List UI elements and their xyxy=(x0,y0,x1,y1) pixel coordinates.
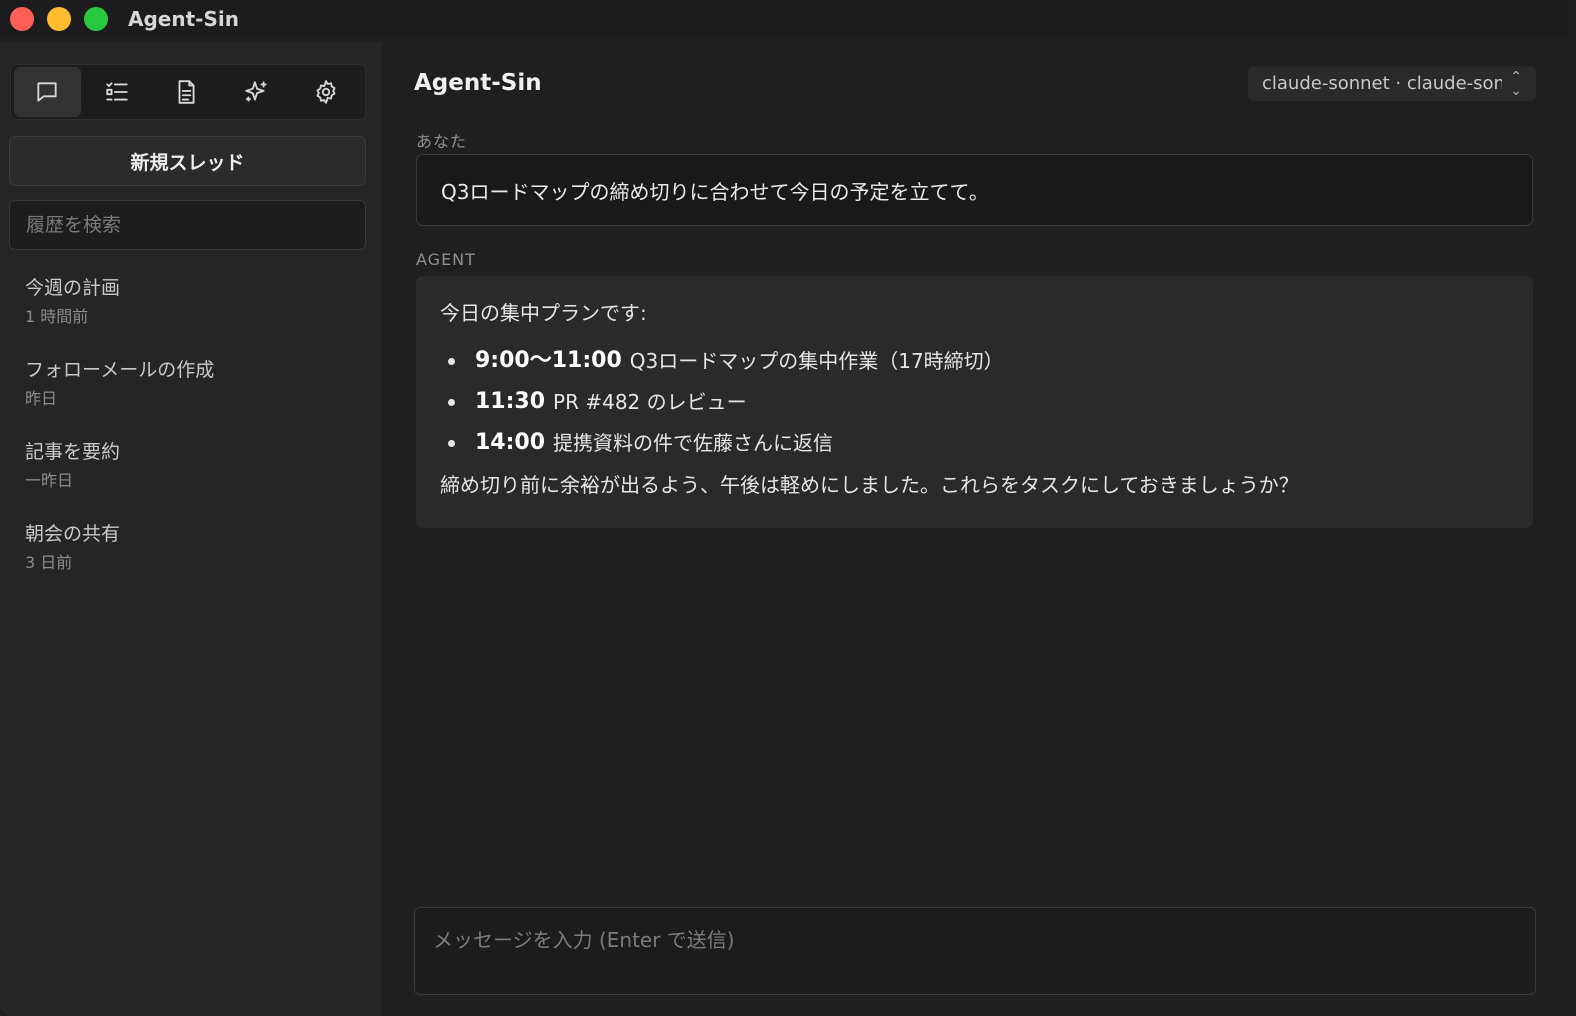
tab-settings[interactable] xyxy=(292,67,359,117)
bullet-icon xyxy=(448,398,455,406)
plan-item-text: 提携資料の件で佐藤さんに返信 xyxy=(553,431,834,455)
history-item-title: 記事を要約 xyxy=(25,441,121,463)
chat-bubble-icon xyxy=(37,82,57,102)
user-role-label: あなた xyxy=(416,132,468,151)
chevron-up-down-icon: ⌃ ⌄ xyxy=(1510,68,1522,99)
sidebar-tab-bar xyxy=(10,64,366,120)
plan-item: 14:00 提携資料の件で佐藤さんに返信 xyxy=(440,428,1509,458)
maximize-window-button[interactable] xyxy=(84,7,108,31)
plan-item-text: PR #482 のレビュー xyxy=(553,390,747,414)
tab-skills[interactable] xyxy=(223,67,290,117)
agent-message: 今日の集中プランです: 9:00〜11:00 Q3ロードマップの集中作業（17時… xyxy=(416,276,1533,528)
history-item-time: 1 時間前 xyxy=(25,307,89,326)
model-selector[interactable]: claude-sonnet · claude-sonnet ⌃⌄ xyxy=(1248,66,1536,101)
checklist-icon xyxy=(106,82,128,101)
history-search-input[interactable] xyxy=(26,214,349,236)
chat-panel: Agent-Sin claude-sonnet · claude-sonnet … xyxy=(381,42,1568,1016)
tab-documents[interactable] xyxy=(153,67,220,117)
close-window-button[interactable] xyxy=(10,7,34,31)
model-selector-value: claude-sonnet · claude-sonnet xyxy=(1262,73,1502,94)
page-title: Agent-Sin xyxy=(414,70,542,96)
history-item[interactable]: 今週の計画 1 時間前 xyxy=(25,274,365,356)
plan-item: 9:00〜11:00 Q3ロードマップの集中作業（17時締切） xyxy=(440,346,1509,376)
tab-chat[interactable] xyxy=(14,67,81,117)
gear-icon xyxy=(316,80,336,104)
history-item[interactable]: 朝会の共有 3 日前 xyxy=(25,520,365,602)
plan-item: 11:30 PR #482 のレビュー xyxy=(440,387,1509,417)
sparkle-icon xyxy=(245,81,267,102)
message-composer xyxy=(414,907,1536,995)
message-input[interactable] xyxy=(433,924,1517,978)
history-item-time: 3 日前 xyxy=(25,553,73,572)
sidebar: 新規スレッド 今週の計画 1 時間前 フォローメールの作成 昨日 記事を要約 一… xyxy=(0,42,381,1016)
user-message: Q3ロードマップの締め切りに合わせて今日の予定を立てて。 xyxy=(416,154,1533,226)
user-message-text: Q3ロードマップの締め切りに合わせて今日の予定を立てて。 xyxy=(441,179,989,204)
document-icon xyxy=(179,80,195,104)
history-item[interactable]: フォローメールの作成 昨日 xyxy=(25,356,365,438)
minimize-window-button[interactable] xyxy=(47,7,71,31)
agent-message-outro: 締め切り前に余裕が出るよう、午後は軽めにしました。これらをタスクにしておきましょ… xyxy=(440,473,1299,497)
history-item-title: 朝会の共有 xyxy=(25,523,121,545)
history-item-title: フォローメールの作成 xyxy=(25,359,215,381)
agent-message-intro: 今日の集中プランです: xyxy=(440,301,647,325)
bullet-icon xyxy=(448,439,455,447)
agent-role-label: AGENT xyxy=(416,250,476,269)
history-search xyxy=(9,200,366,250)
app-window: Agent-Sin 新規スレッド 履歴を検索 今週の計画 1 時間前 フォローメ… xyxy=(0,0,1568,1016)
plan-item-time: 9:00〜11:00 xyxy=(475,348,622,373)
history-list: 今週の計画 1 時間前 フォローメールの作成 昨日 記事を要約 一昨日 朝会の共… xyxy=(25,274,365,602)
title-bar: Agent-Sin xyxy=(0,0,1568,38)
plan-item-text: Q3ロードマップの集中作業（17時締切） xyxy=(629,349,1004,373)
history-item-time: 昨日 xyxy=(25,389,58,408)
tab-tasks[interactable] xyxy=(84,67,151,117)
new-thread-button[interactable]: 新規スレッド xyxy=(9,136,366,186)
plan-item-time: 14:00 xyxy=(475,430,546,455)
window-controls xyxy=(10,7,108,31)
history-item[interactable]: 記事を要約 一昨日 xyxy=(25,438,365,520)
history-item-title: 今週の計画 xyxy=(25,277,121,299)
window-title: Agent-Sin xyxy=(128,7,239,31)
history-item-time: 一昨日 xyxy=(25,471,74,490)
agent-plan-list: 9:00〜11:00 Q3ロードマップの集中作業（17時締切） 11:30 PR… xyxy=(440,346,1509,458)
bullet-icon xyxy=(448,357,455,365)
plan-item-time: 11:30 xyxy=(475,389,546,414)
